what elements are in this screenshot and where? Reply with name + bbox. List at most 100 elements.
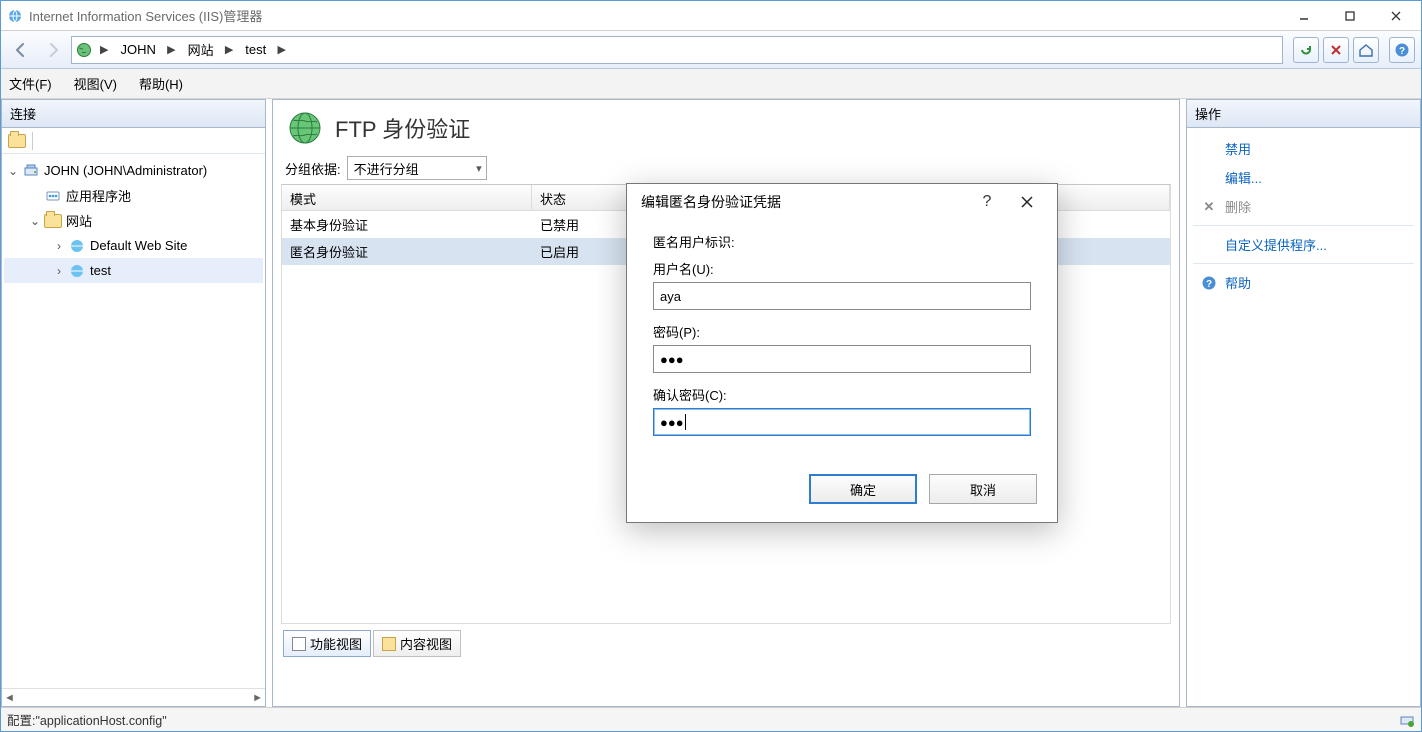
password-label: 密码(P):: [653, 322, 1031, 341]
confirm-password-input[interactable]: ●●●: [653, 408, 1031, 436]
breadcrumb-bar: ▶ JOHN ▶ 网站 ▶ test ▶ ?: [1, 31, 1421, 69]
tree-label: JOHN (JOHN\Administrator): [42, 163, 207, 178]
close-button[interactable]: [1373, 1, 1419, 31]
forward-button[interactable]: [39, 36, 67, 64]
help-icon: ?: [1201, 275, 1217, 291]
breadcrumb-label: test: [245, 42, 266, 57]
confirm-password-label: 确认密码(C):: [653, 385, 1031, 404]
group-combo[interactable]: 不进行分组: [347, 156, 487, 180]
stop-button[interactable]: [1323, 37, 1349, 63]
status-text: 配置:"applicationHost.config": [7, 710, 167, 729]
app-window: Internet Information Services (IIS)管理器 ▶…: [0, 0, 1422, 732]
expand-toggle[interactable]: ⌄: [28, 214, 42, 228]
action-label: 禁用: [1225, 139, 1251, 158]
menu-view[interactable]: 视图(V): [74, 74, 117, 93]
scroll-left-icon[interactable]: ◄: [4, 692, 15, 704]
expand-toggle[interactable]: ›: [52, 239, 66, 253]
titlebar: Internet Information Services (IIS)管理器: [1, 1, 1421, 31]
globe-icon: [68, 262, 86, 280]
edit-anonymous-auth-dialog: 编辑匿名身份验证凭据 ? 匿名用户标识: 用户名(U): 密码(P): ●●● …: [626, 183, 1058, 523]
dialog-titlebar[interactable]: 编辑匿名身份验证凭据 ?: [627, 184, 1057, 220]
folder-icon[interactable]: [8, 132, 26, 150]
tree-label: Default Web Site: [88, 238, 187, 253]
minimize-button[interactable]: [1281, 1, 1327, 31]
tab-content-view[interactable]: 内容视图: [373, 630, 461, 657]
action-help[interactable]: ? 帮助: [1193, 268, 1414, 297]
password-mask: ●●●: [660, 415, 684, 430]
svg-text:?: ?: [1206, 279, 1212, 290]
dialog-title: 编辑匿名身份验证凭据: [641, 192, 967, 212]
breadcrumb-root-sep[interactable]: ▶: [96, 37, 112, 63]
view-tabs: 功能视图 内容视图: [281, 624, 1171, 661]
cell-mode: 基本身份验证: [282, 215, 532, 234]
dialog-close-button[interactable]: [1007, 187, 1047, 217]
tab-label: 功能视图: [310, 634, 362, 653]
tree-site-default[interactable]: › Default Web Site: [4, 233, 263, 258]
action-label: 编辑...: [1225, 168, 1262, 187]
chevron-right-icon: ▶: [225, 43, 233, 56]
tree-app-pools[interactable]: 应用程序池: [4, 183, 263, 208]
menubar: 文件(F) 视图(V) 帮助(H): [1, 69, 1421, 99]
actions-divider: [1193, 225, 1414, 226]
field-username: 用户名(U):: [653, 259, 1031, 310]
tree-label: 网站: [64, 211, 92, 230]
page-title: FTP 身份验证: [335, 112, 470, 144]
connections-scrollbar[interactable]: ◄ ►: [2, 688, 265, 706]
password-mask: ●●●: [660, 352, 684, 367]
feature-view-icon: [292, 637, 306, 651]
globe-icon: [287, 110, 323, 146]
breadcrumb[interactable]: ▶ JOHN ▶ 网站 ▶ test ▶: [71, 36, 1283, 64]
breadcrumb-label: 网站: [188, 40, 214, 59]
help-button[interactable]: ?: [1389, 37, 1415, 63]
tree-root-server[interactable]: ⌄ JOHN (JOHN\Administrator): [4, 158, 263, 183]
menu-help[interactable]: 帮助(H): [139, 74, 183, 93]
actions-divider: [1193, 263, 1414, 264]
breadcrumb-item-john[interactable]: JOHN ▶: [116, 37, 179, 63]
connections-panel: 连接 ⌄ JOHN (JOHN\Administrator): [1, 99, 266, 707]
folder-icon: [44, 212, 62, 230]
svg-text:?: ?: [1399, 46, 1405, 57]
tree-sites[interactable]: ⌄ 网站: [4, 208, 263, 233]
back-button[interactable]: [7, 36, 35, 64]
field-confirm-password: 确认密码(C): ●●●: [653, 385, 1031, 436]
connections-tree: ⌄ JOHN (JOHN\Administrator) 应用程序池 ⌄: [2, 154, 265, 688]
toolbar-separator: [32, 132, 33, 150]
col-mode[interactable]: 模式: [282, 185, 532, 210]
cancel-button[interactable]: 取消: [929, 474, 1037, 504]
window-title: Internet Information Services (IIS)管理器: [29, 6, 1281, 25]
x-icon: ✕: [1201, 199, 1217, 215]
maximize-button[interactable]: [1327, 1, 1373, 31]
field-password: 密码(P): ●●●: [653, 322, 1031, 373]
content-view-icon: [382, 637, 396, 651]
password-input[interactable]: ●●●: [653, 345, 1031, 373]
username-input[interactable]: [653, 282, 1031, 310]
globe-icon: [68, 237, 86, 255]
status-icon: [1399, 712, 1415, 728]
group-row: 分组依据: 不进行分组: [281, 156, 1171, 180]
action-custom-providers[interactable]: 自定义提供程序...: [1193, 230, 1414, 259]
tree-label: test: [88, 263, 111, 278]
breadcrumb-item-sites[interactable]: 网站 ▶: [184, 37, 238, 63]
expand-toggle[interactable]: ›: [52, 264, 66, 278]
action-disable[interactable]: 禁用: [1193, 134, 1414, 163]
dialog-buttons: 确定 取消: [627, 464, 1057, 522]
menu-file[interactable]: 文件(F): [9, 74, 52, 93]
tree-site-test[interactable]: › test: [4, 258, 263, 283]
breadcrumb-item-test[interactable]: test ▶: [241, 37, 290, 63]
expand-toggle[interactable]: ⌄: [6, 164, 20, 178]
scroll-right-icon[interactable]: ►: [252, 692, 263, 704]
home-button[interactable]: [1353, 37, 1379, 63]
action-label: 自定义提供程序...: [1225, 235, 1327, 254]
dialog-section-label: 匿名用户标识:: [653, 228, 1031, 259]
group-label: 分组依据:: [285, 159, 341, 178]
app-icon: [7, 8, 23, 24]
server-icon: [22, 162, 40, 180]
tree-label: 应用程序池: [64, 186, 131, 205]
action-label: 删除: [1225, 197, 1251, 216]
action-edit[interactable]: 编辑...: [1193, 163, 1414, 192]
refresh-button[interactable]: [1293, 37, 1319, 63]
text-caret: [685, 414, 686, 430]
tab-feature-view[interactable]: 功能视图: [283, 630, 371, 657]
ok-button[interactable]: 确定: [809, 474, 917, 504]
dialog-help-button[interactable]: ?: [967, 187, 1007, 217]
